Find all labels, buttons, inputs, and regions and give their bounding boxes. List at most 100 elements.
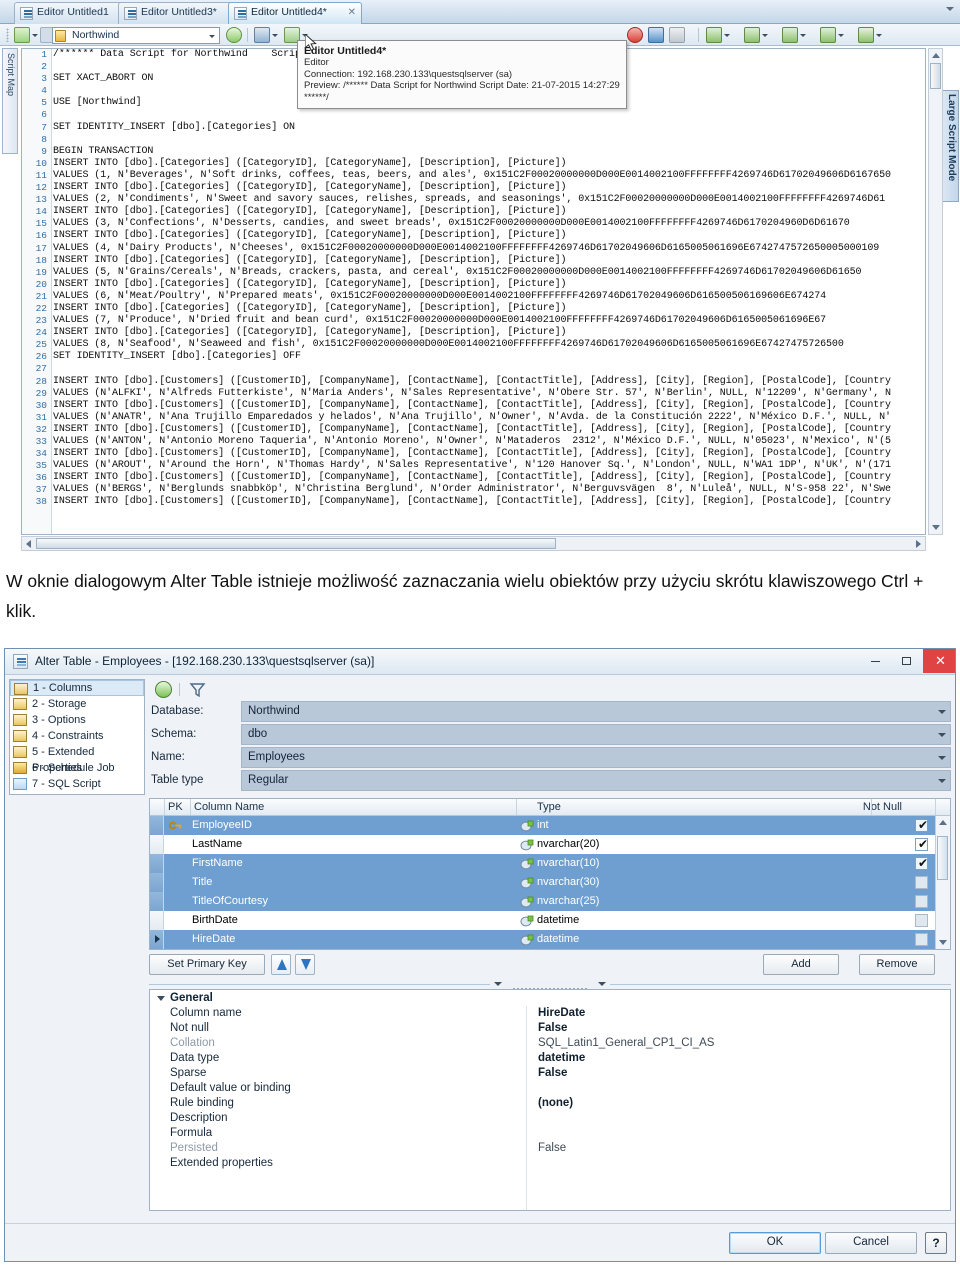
column-type-cell[interactable]: nvarchar(10) xyxy=(520,857,599,870)
chevron-down-icon[interactable] xyxy=(838,33,844,37)
export-results-button[interactable] xyxy=(820,27,844,43)
table-row[interactable]: Title nvarchar(30) xyxy=(150,873,950,892)
code-line[interactable]: VALUES (N'ANTON', N'Antonio Moreno Taque… xyxy=(53,436,925,448)
property-row[interactable]: Not null False xyxy=(150,1021,950,1036)
table-row[interactable]: EmployeeID int ✔ xyxy=(150,816,950,835)
code-line[interactable]: SET IDENTITY_INSERT [dbo].[Categories] O… xyxy=(53,122,925,134)
column-name-cell[interactable]: BirthDate xyxy=(192,914,238,926)
property-value[interactable]: SQL_Latin1_General_CP1_CI_AS xyxy=(538,1037,714,1049)
panel-splitter[interactable] xyxy=(149,980,951,991)
help-button[interactable]: ? xyxy=(925,1232,947,1254)
property-value[interactable]: (none) xyxy=(538,1097,573,1109)
add-column-button[interactable]: Add xyxy=(763,954,839,975)
code-line[interactable]: VALUES (N'ALFKI', N'Alfreds Futterkiste'… xyxy=(53,388,925,400)
chevron-down-icon[interactable] xyxy=(494,982,502,986)
code-line[interactable]: INSERT INTO [dbo].[Categories] ([Categor… xyxy=(53,206,925,218)
table-row[interactable]: FirstName nvarchar(10) ✔ xyxy=(150,854,950,873)
stop-button[interactable] xyxy=(627,27,643,43)
primary-key-cell[interactable] xyxy=(165,873,191,892)
row-indicator[interactable] xyxy=(150,930,164,949)
properties-group-header[interactable]: General xyxy=(150,990,950,1006)
nav-item-4-constraints[interactable]: 4 - Constraints xyxy=(10,728,144,744)
table-row[interactable]: BirthDate datetime xyxy=(150,911,950,930)
row-indicator[interactable] xyxy=(150,816,164,835)
column-type-cell[interactable]: int xyxy=(520,819,549,832)
scroll-left-icon[interactable] xyxy=(26,540,31,548)
column-header-notnull[interactable]: Not Null xyxy=(863,801,902,813)
row-indicator[interactable] xyxy=(150,911,164,930)
code-line[interactable]: VALUES (1, N'Beverages', N'Soft drinks, … xyxy=(53,170,925,182)
large-script-mode-tab[interactable]: Large Script Mode xyxy=(942,90,959,202)
not-null-checkbox[interactable] xyxy=(915,876,928,889)
code-line[interactable]: INSERT INTO [dbo].[Customers] ([Customer… xyxy=(53,496,925,508)
close-button[interactable]: ✕ xyxy=(923,649,955,673)
toolbar-grip[interactable] xyxy=(6,28,9,42)
code-line[interactable]: VALUES (N'ANATR', N'Ana Trujillo Empared… xyxy=(53,412,925,424)
chevron-down-icon[interactable] xyxy=(32,33,38,37)
remove-column-button[interactable]: Remove xyxy=(859,954,935,975)
scroll-down-icon[interactable] xyxy=(932,525,940,530)
set-primary-key-button[interactable]: Set Primary Key xyxy=(149,954,265,975)
code-line[interactable] xyxy=(53,134,925,146)
property-row[interactable]: Data type datetime xyxy=(150,1051,950,1066)
code-line[interactable]: INSERT INTO [dbo].[Categories] ([Categor… xyxy=(53,182,925,194)
code-line[interactable]: INSERT INTO [dbo].[Customers] ([Customer… xyxy=(53,424,925,436)
nav-item-1-columns[interactable]: 1 - Columns xyxy=(10,680,144,696)
column-header-pk[interactable]: PK xyxy=(168,801,183,813)
property-row[interactable]: Persisted False xyxy=(150,1141,950,1156)
primary-key-cell[interactable] xyxy=(165,930,191,949)
code-line[interactable]: INSERT INTO [dbo].[Categories] ([Categor… xyxy=(53,303,925,315)
results-to-file-button[interactable] xyxy=(782,27,806,43)
property-row[interactable]: Sparse False xyxy=(150,1066,950,1081)
move-up-button[interactable] xyxy=(271,954,291,975)
chevron-down-icon[interactable] xyxy=(938,733,946,737)
code-line[interactable]: INSERT INTO [dbo].[Customers] ([Customer… xyxy=(53,448,925,460)
nav-item-6-schedule-job[interactable]: 6 - Schedule Job xyxy=(10,760,144,776)
code-line[interactable]: VALUES (7, N'Produce', N'Dried fruit and… xyxy=(53,315,925,327)
chevron-down-icon[interactable] xyxy=(938,756,946,760)
chevron-down-icon[interactable] xyxy=(946,7,954,11)
scroll-right-icon[interactable] xyxy=(916,540,921,548)
property-value[interactable]: False xyxy=(538,1022,567,1034)
property-row[interactable]: Extended properties xyxy=(150,1156,950,1171)
column-name-cell[interactable]: Title xyxy=(192,876,212,888)
code-line[interactable]: INSERT INTO [dbo].[Categories] ([Categor… xyxy=(53,230,925,242)
not-null-checkbox[interactable]: ✔ xyxy=(915,857,928,870)
table-row[interactable]: LastName nvarchar(20) ✔ xyxy=(150,835,950,854)
code-line[interactable]: VALUES (N'AROUT', N'Around the Horn', N'… xyxy=(53,460,925,472)
move-down-button[interactable] xyxy=(295,954,315,975)
row-indicator[interactable] xyxy=(150,873,164,892)
cancel-button[interactable]: Cancel xyxy=(825,1232,917,1254)
scrollbar-thumb[interactable] xyxy=(930,63,941,89)
property-row[interactable]: Description xyxy=(150,1111,950,1126)
chevron-down-icon[interactable] xyxy=(724,33,730,37)
column-name-cell[interactable]: HireDate xyxy=(192,933,235,945)
column-type-cell[interactable]: nvarchar(20) xyxy=(520,838,599,851)
code-line[interactable] xyxy=(53,363,925,375)
code-line[interactable]: BEGIN TRANSACTION xyxy=(53,146,925,158)
column-type-cell[interactable]: nvarchar(30) xyxy=(520,876,599,889)
editor-tab-untitled3[interactable]: Editor Untitled3* xyxy=(118,2,238,24)
property-row[interactable]: Formula xyxy=(150,1126,950,1141)
script-map-tab[interactable]: Script Map xyxy=(2,48,18,154)
editor-tab-untitled1[interactable]: Editor Untitled1 xyxy=(14,2,126,24)
code-line[interactable]: VALUES (N'BERGS', N'Berglunds snabbköp',… xyxy=(53,484,925,496)
splitter-handle[interactable] xyxy=(490,980,610,991)
nav-item-7-sql-script[interactable]: 7 - SQL Script xyxy=(10,776,144,792)
column-type-cell[interactable]: nvarchar(25) xyxy=(520,895,599,908)
property-value[interactable]: HireDate xyxy=(538,1007,585,1019)
row-indicator[interactable] xyxy=(150,854,164,873)
nav-item-5-extended-properties[interactable]: 5 - Extended Properties xyxy=(10,744,144,774)
scroll-up-icon[interactable] xyxy=(939,820,947,825)
scrollbar-thumb[interactable] xyxy=(937,836,948,880)
code-text[interactable]: /****** Data Script for Northwind Script… xyxy=(53,49,925,534)
chevron-down-icon[interactable] xyxy=(876,33,882,37)
dialog-nav-list[interactable]: 1 - Columns 2 - Storage 3 - Options 4 - Con… xyxy=(9,679,145,795)
property-value[interactable]: datetime xyxy=(538,1052,585,1064)
code-line[interactable]: INSERT INTO [dbo].[Categories] ([Categor… xyxy=(53,158,925,170)
primary-key-cell[interactable] xyxy=(165,892,191,911)
debug-button[interactable] xyxy=(648,27,664,43)
filter-icon[interactable] xyxy=(189,681,206,698)
editor-vertical-scrollbar[interactable] xyxy=(928,48,943,535)
code-line[interactable]: INSERT INTO [dbo].[Customers] ([Customer… xyxy=(53,400,925,412)
